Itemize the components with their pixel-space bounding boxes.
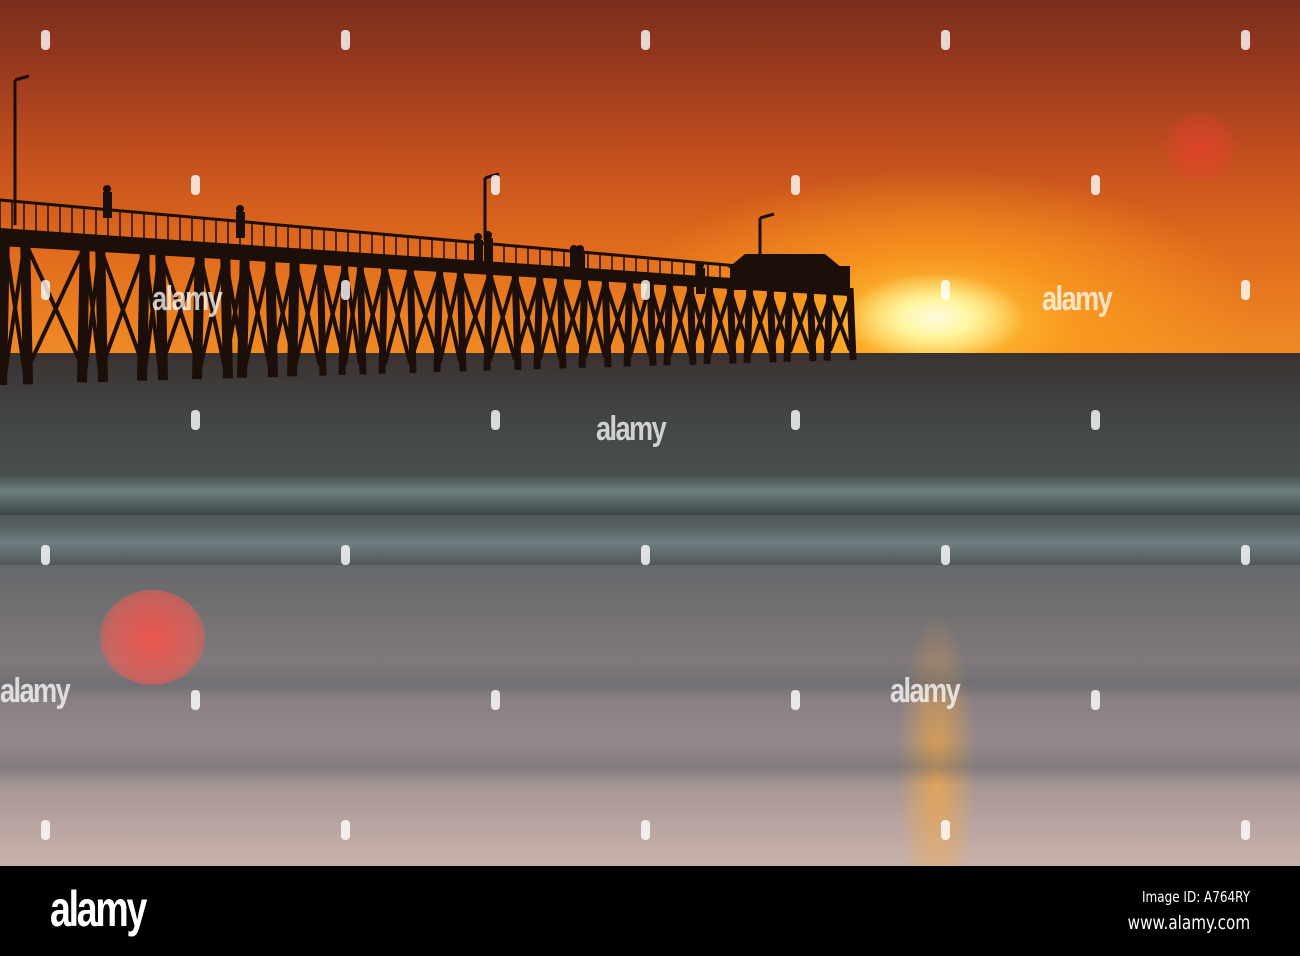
watermark: alamy [1042, 280, 1113, 318]
pier-pile [846, 287, 857, 361]
pier-pile [378, 256, 389, 374]
pier-pile [287, 250, 300, 377]
watermark-dot [341, 30, 350, 50]
person-silhouette [576, 252, 585, 278]
watermark-dot [641, 30, 650, 50]
watermark-dot [941, 30, 950, 50]
shelter [730, 266, 850, 290]
watermark-dot [341, 280, 350, 300]
footer-bar: alamy Image ID: A764RY www.alamy.com [0, 866, 1300, 956]
watermark-dot [941, 280, 950, 300]
watermark-dot [641, 280, 650, 300]
person-head [484, 231, 492, 239]
watermark: alamy [596, 410, 667, 448]
person-silhouette [103, 192, 112, 218]
person-silhouette [484, 238, 493, 264]
person-silhouette [474, 240, 483, 266]
person-head [576, 245, 584, 253]
person-head [696, 261, 704, 269]
watermark-dot [1241, 820, 1250, 840]
watermark-dot [1091, 410, 1100, 430]
watermark-dot [641, 820, 650, 840]
person-head [474, 233, 482, 241]
website-link[interactable]: www.alamy.com [1127, 912, 1250, 934]
watermark: alamy [0, 672, 71, 710]
person-head [103, 185, 111, 193]
watermark-dot [641, 545, 650, 565]
pier-pile [0, 230, 10, 385]
watermark-dot [41, 30, 50, 50]
person-silhouette [236, 212, 245, 238]
lamp-arm [759, 212, 775, 220]
watermark-dot [491, 175, 500, 195]
pier-pile [20, 231, 33, 385]
watermark-dot [191, 175, 200, 195]
watermark-dot [941, 545, 950, 565]
watermark-dot [1241, 545, 1250, 565]
person-silhouette [696, 268, 705, 294]
watermark: alamy [152, 280, 223, 318]
pier-pile [483, 263, 494, 371]
watermark-dot [491, 690, 500, 710]
alamy-logo: alamy [50, 881, 147, 937]
watermark-dot [1241, 280, 1250, 300]
watermark-dot [1091, 175, 1100, 195]
watermark-dot [1241, 30, 1250, 50]
watermark-dot [1091, 690, 1100, 710]
watermark-dot [341, 820, 350, 840]
lamp-arm [14, 74, 30, 82]
sunset-pier-photo: alamy alamy alamy alamy alamy [0, 0, 1300, 866]
watermark-dot [791, 690, 800, 710]
watermark-dot [341, 545, 350, 565]
watermark-dot [791, 410, 800, 430]
watermark-dot [791, 175, 800, 195]
watermark: alamy [890, 672, 961, 710]
watermark-dot [41, 820, 50, 840]
watermark-dot [191, 690, 200, 710]
watermark-dot [491, 410, 500, 430]
watermark-dot [191, 410, 200, 430]
stock-photo: alamy alamy alamy alamy alamy alamy Imag… [0, 0, 1300, 956]
image-id: Image ID: A764RY [1141, 888, 1250, 906]
watermark-dot [941, 820, 950, 840]
watermark-dot [41, 545, 50, 565]
watermark-dot [41, 280, 50, 300]
shelter-roof [728, 254, 842, 268]
person-head [236, 205, 244, 213]
pier-pile [237, 246, 250, 378]
